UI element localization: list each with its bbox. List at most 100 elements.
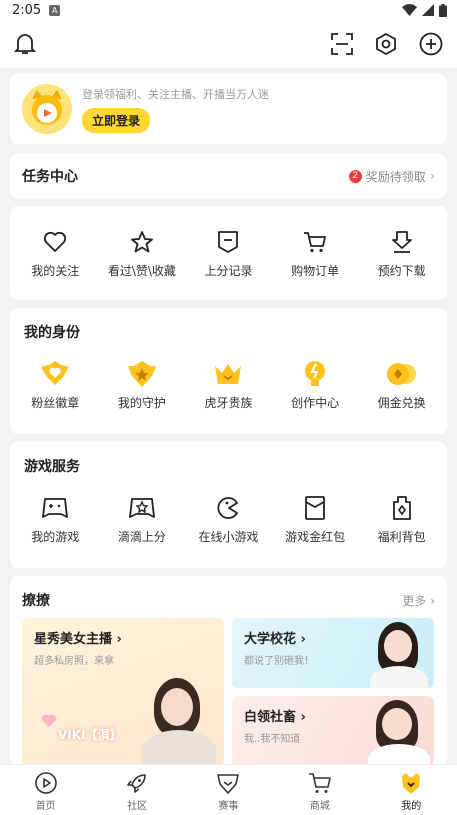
tab-label: 商城 — [309, 801, 330, 812]
bag-icon — [392, 496, 411, 520]
chevron-right-icon: › — [300, 632, 306, 647]
status-time: 2:05 — [12, 2, 42, 18]
identity-label: 虎牙贵族 — [204, 396, 253, 410]
task-center-title: 任务中心 — [22, 169, 78, 185]
tab-label: 首页 — [35, 801, 56, 812]
heart-decoration-icon — [42, 714, 56, 727]
identity-commission[interactable]: 佣金兑换 — [358, 360, 445, 411]
download-icon — [391, 231, 412, 253]
game-label: 在线小游戏 — [198, 530, 259, 544]
star-icon — [130, 231, 153, 253]
reward-text: 奖励待领取 — [365, 169, 426, 184]
crown-icon — [215, 364, 242, 384]
home-play-icon — [34, 772, 57, 794]
game-my-games[interactable]: 我的游戏 — [12, 494, 99, 545]
shortcut-label: 我的关注 — [31, 264, 80, 278]
game-label: 我的游戏 — [31, 530, 80, 544]
tile-title: 大学校花 — [244, 632, 297, 647]
red-envelope-icon — [305, 496, 325, 520]
login-hint: 登录领福利、关注主播、开播当万人迷 — [82, 87, 269, 101]
gamepad-icon — [42, 498, 69, 518]
avatar[interactable] — [22, 84, 72, 134]
tile-star-show[interactable]: 星秀美女主播 › 超多私房照，来拿 VIKI【浿】 — [22, 618, 224, 766]
shortcut-download[interactable]: 预约下载 — [358, 228, 445, 279]
shortcut-label: 看过\赞\收藏 — [107, 264, 176, 278]
reward-badge: 2 — [348, 169, 362, 183]
tab-label: 我的 — [401, 801, 422, 812]
game-welfare-bag[interactable]: 福利背包 — [358, 494, 445, 545]
task-center[interactable]: 任务中心 2 奖励待领取 › — [10, 154, 447, 198]
chevron-right-icon: › — [430, 593, 435, 608]
game-services-section: 游戏服务 我的游戏 滴滴上分 在线小游戏 游戏金红包 福利背包 — [10, 442, 447, 568]
login-button[interactable]: 立即登录 — [82, 107, 151, 133]
bottom-tab-bar: 首页 社区 赛事 商城 我的 — [0, 764, 457, 815]
chevron-right-icon: › — [300, 710, 306, 725]
tab-home[interactable]: 首页 — [6, 765, 86, 815]
game-services-title: 游戏服务 — [24, 459, 80, 475]
heart-icon — [44, 231, 67, 252]
tiger-profile-icon — [402, 773, 421, 794]
identity-label: 创作中心 — [291, 396, 340, 410]
identity-label: 粉丝徽章 — [31, 396, 80, 410]
pacman-icon — [217, 497, 239, 519]
identity-label: 佣金兑换 — [377, 396, 426, 410]
shield-record-icon — [218, 231, 239, 253]
top-bar — [0, 20, 457, 68]
tile-title: 白领社畜 — [244, 710, 297, 725]
bulb-icon — [305, 361, 326, 386]
game-red-envelope[interactable]: 游戏金红包 — [272, 494, 359, 545]
notification-icon: A — [49, 4, 61, 16]
shortcut-history[interactable]: 看过\赞\收藏 — [99, 228, 186, 279]
scan-icon[interactable] — [331, 33, 353, 55]
guard-badge-icon — [127, 361, 156, 387]
tile-title: 星秀美女主播 — [34, 632, 113, 647]
identity-section: 我的身份 粉丝徽章 我的守护 虎牙贵族 创作中心 佣金兑换 — [10, 308, 447, 434]
game-didi-score[interactable]: 滴滴上分 — [99, 494, 186, 545]
identity-fan-badge[interactable]: 粉丝徽章 — [12, 360, 99, 411]
tile-office-worker[interactable]: 白领社畜 › 我..我不知道 — [232, 696, 434, 766]
tab-mine[interactable]: 我的 — [371, 765, 451, 815]
cart-icon — [304, 232, 326, 253]
more-label: 更多 — [402, 593, 427, 608]
streamer-name: VIKI【浿】 — [58, 728, 122, 742]
status-bar: 2:05 A — [0, 0, 457, 20]
tab-mall[interactable]: 商城 — [280, 765, 360, 815]
shortcut-label: 上分记录 — [204, 264, 253, 278]
cart-icon — [308, 773, 331, 793]
more-link[interactable]: 更多 › — [402, 592, 435, 609]
tab-community[interactable]: 社区 — [97, 765, 177, 815]
office-photo — [368, 700, 430, 766]
identity-label: 我的守护 — [117, 396, 166, 410]
game-online-mini[interactable]: 在线小游戏 — [185, 494, 272, 545]
battery-icon — [439, 3, 447, 17]
coins-icon — [386, 363, 416, 385]
campus-photo — [370, 622, 430, 688]
shortcut-orders[interactable]: 购物订单 — [272, 228, 359, 279]
tile-subtitle: 超多私房照，来拿 — [34, 656, 114, 667]
liao-title: 撩撩 — [22, 593, 50, 609]
tab-label: 赛事 — [218, 801, 239, 812]
login-card[interactable]: 登录领福利、关注主播、开播当万人迷 立即登录 — [10, 74, 447, 144]
liao-section: 撩撩 更多 › 星秀美女主播 › 超多私房照，来拿 VIKI【浿】 大学校花 ›… — [10, 576, 447, 766]
wifi-icon — [402, 4, 417, 16]
tiger-mascot-icon — [32, 90, 62, 125]
tile-campus-belle[interactable]: 大学校花 › 都说了别砸我！ — [232, 618, 434, 688]
shortcut-score-record[interactable]: 上分记录 — [185, 228, 272, 279]
gamepad-star-icon — [128, 498, 155, 518]
identity-noble[interactable]: 虎牙贵族 — [185, 360, 272, 411]
tab-events[interactable]: 赛事 — [188, 765, 268, 815]
shortcut-grid: 我的关注 看过\赞\收藏 上分记录 购物订单 预约下载 — [10, 206, 447, 300]
shortcut-follow[interactable]: 我的关注 — [12, 228, 99, 279]
add-icon[interactable] — [419, 32, 443, 56]
game-label: 福利背包 — [377, 530, 426, 544]
streamer-photo — [134, 678, 224, 766]
trophy-icon — [217, 774, 240, 794]
tab-label: 社区 — [127, 801, 148, 812]
chevron-right-icon: › — [116, 632, 122, 647]
fan-badge-icon — [41, 361, 70, 385]
identity-creator[interactable]: 创作中心 — [272, 360, 359, 411]
identity-guard[interactable]: 我的守护 — [99, 360, 186, 411]
rocket-icon — [127, 774, 146, 793]
settings-icon[interactable] — [375, 33, 397, 55]
bell-icon[interactable] — [14, 32, 36, 56]
